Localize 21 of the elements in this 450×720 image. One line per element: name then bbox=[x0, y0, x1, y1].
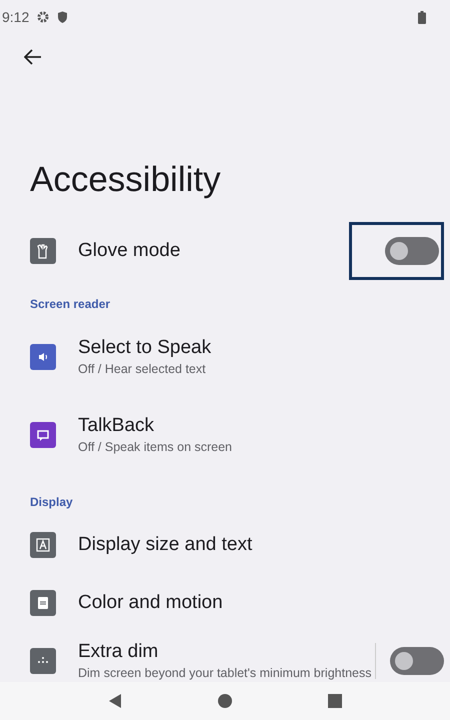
toggle-switch[interactable] bbox=[390, 647, 444, 675]
back-icon[interactable] bbox=[108, 693, 122, 709]
toggle-switch[interactable] bbox=[385, 237, 439, 265]
setting-summary: Off / Hear selected text bbox=[78, 361, 207, 378]
setting-summary: Dim screen beyond your tablet's minimum brightness bbox=[78, 665, 372, 682]
page-title: Accessibility bbox=[29, 159, 222, 201]
back-arrow-icon[interactable] bbox=[24, 49, 42, 65]
setting-label[interactable]: TalkBack bbox=[78, 414, 444, 438]
status-time: 9:12 bbox=[2, 8, 30, 26]
setting-summary: Off / Speak items on screen bbox=[78, 439, 234, 456]
setting-label[interactable]: Extra dim bbox=[78, 640, 375, 664]
setting-label[interactable]: Glove mode bbox=[78, 236, 349, 266]
shield-icon bbox=[57, 11, 68, 23]
settings-icon bbox=[37, 11, 50, 23]
section-header: Screen reader bbox=[29, 296, 112, 313]
section-header: Display bbox=[29, 494, 74, 511]
setting-label[interactable]: Display size and text bbox=[78, 533, 444, 557]
setting-label[interactable]: Select to Speak bbox=[78, 336, 444, 360]
home-icon[interactable] bbox=[218, 694, 232, 708]
setting-label[interactable]: Color and motion bbox=[78, 591, 444, 615]
battery-icon bbox=[418, 10, 426, 24]
